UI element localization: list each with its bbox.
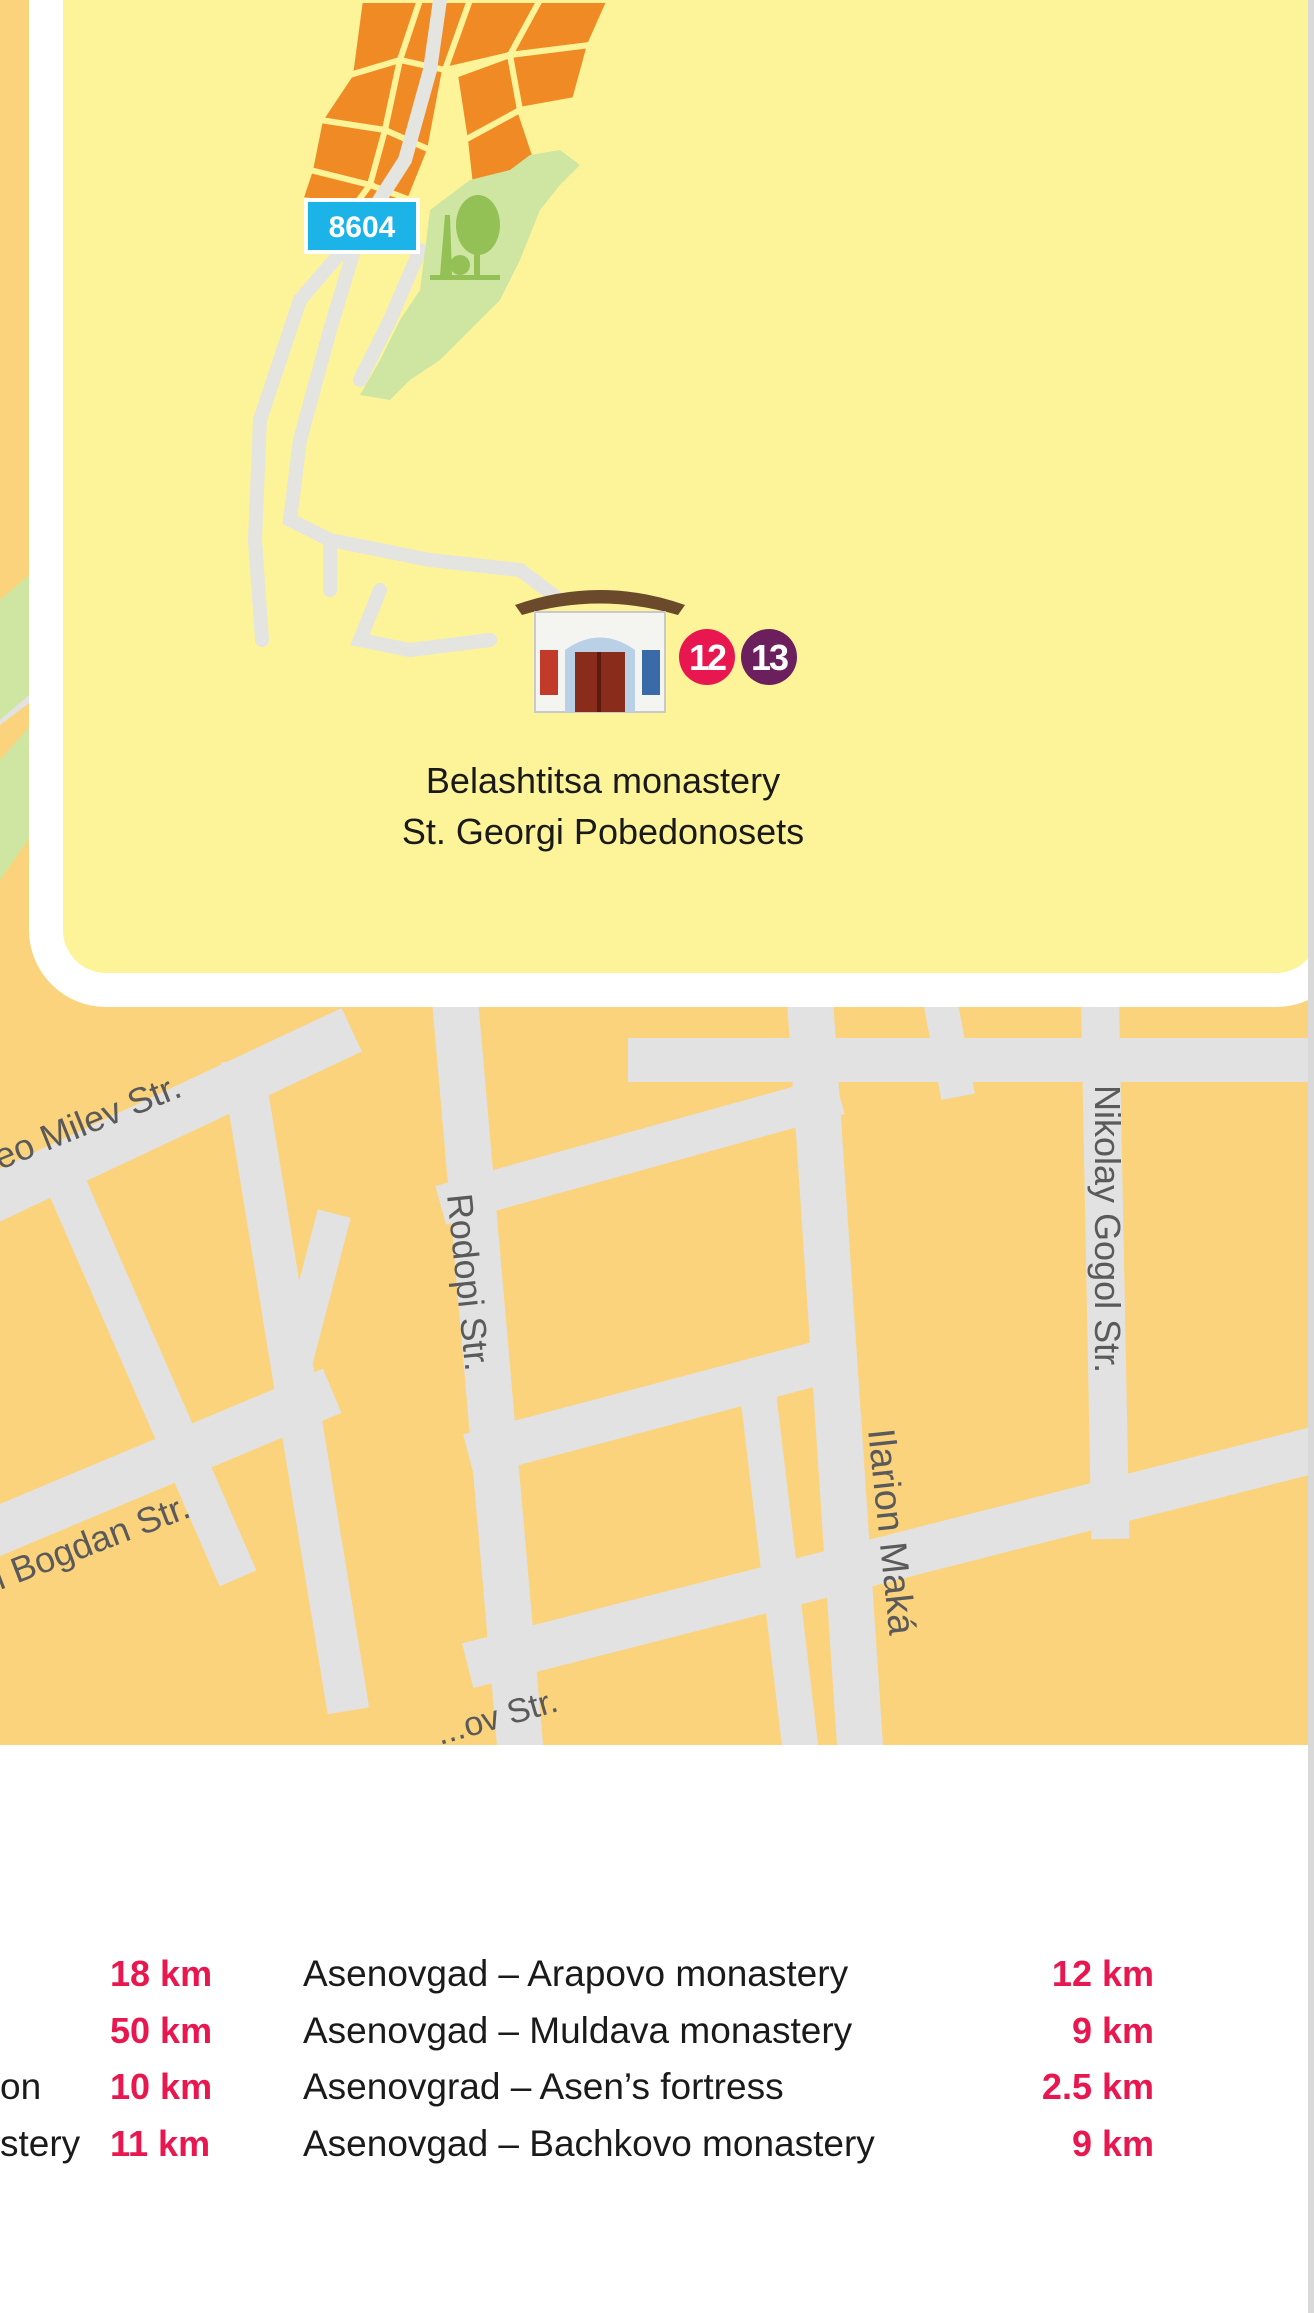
right-km-4: 9 km — [1071, 2123, 1154, 2164]
route-badge-12[interactable]: 12 — [679, 629, 735, 685]
road-number-label: 8604 — [329, 211, 396, 244]
right-label-3: Asenovgrad – Asen’s fortress — [303, 2066, 784, 2107]
page-edge-divider — [1308, 0, 1314, 2313]
poi-name-line1: Belashtitsa monastery — [426, 760, 780, 801]
left-km-4: 11 km — [110, 2123, 211, 2164]
road-number-badge: 8604 — [304, 198, 420, 254]
right-km-2: 9 km — [1071, 2010, 1154, 2051]
right-label-2: Asenovgad – Muldava monastery — [303, 2010, 853, 2051]
right-km-3: 2.5 km — [1041, 2066, 1154, 2107]
left-km-3: 10 km — [110, 2066, 213, 2107]
route-number-12: 12 — [689, 637, 726, 678]
street-label-nikolay-gogol: Nikolay Gogol Str. — [1087, 1085, 1128, 1373]
poi-name-line2: St. Georgi Pobedonosets — [402, 811, 804, 852]
right-label-4: Asenovgad – Bachkovo monastery — [303, 2123, 875, 2164]
left-km-2: 50 km — [110, 2010, 213, 2051]
route-badge-13[interactable]: 13 — [741, 629, 797, 685]
left-label-3: on — [0, 2066, 42, 2107]
route-number-13: 13 — [751, 637, 788, 678]
left-km-1: 18 km — [110, 1953, 213, 1994]
right-label-1: Asenovgad – Arapovo monastery — [303, 1953, 849, 1994]
right-km-1: 12 km — [1051, 1953, 1154, 1994]
left-label-4: stery — [0, 2123, 81, 2164]
